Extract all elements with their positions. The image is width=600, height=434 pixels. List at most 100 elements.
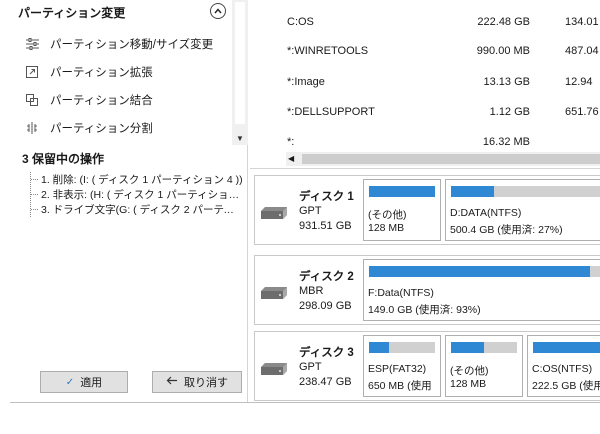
partition-label: C:OS(NTFS) bbox=[532, 363, 593, 375]
menu-split[interactable]: パーティション分割 bbox=[24, 114, 234, 142]
partition-list: C:OS 222.48 GB 134.01 *:WINRETOOLS 990.0… bbox=[250, 0, 600, 166]
partition-label: (その他) bbox=[450, 365, 489, 377]
disk-info: ディスク 2 MBR 298.09 GB bbox=[255, 256, 363, 324]
menu-extend[interactable]: パーティション拡張 bbox=[24, 58, 234, 86]
pending-item[interactable]: 3. ドライブ文字(G: ( ディスク 2 パーティショ... bbox=[31, 202, 244, 217]
menu-label: パーティション拡張 bbox=[50, 67, 153, 79]
partition-capacity: 13.13 GB bbox=[483, 76, 530, 88]
partition-size: 500.4 GB (使用済: 27%) bbox=[450, 224, 563, 236]
disk-info: ディスク 1 GPT 931.51 GB bbox=[255, 176, 363, 244]
partition-capacity: 1.12 GB bbox=[489, 106, 530, 118]
partition-size: 149.0 GB (使用済: 93%) bbox=[368, 304, 481, 316]
usage-bar-fill bbox=[369, 266, 591, 277]
partition-name: *:DELLSUPPORT bbox=[287, 106, 375, 118]
partition-block[interactable]: D:DATA(NTFS) 500.4 GB (使用済: 27%) bbox=[445, 179, 600, 241]
disk-name: ディスク 2 bbox=[299, 271, 354, 283]
extend-icon bbox=[24, 64, 40, 80]
hard-drive-icon bbox=[261, 363, 287, 375]
disk-info: ディスク 3 GPT 238.47 GB bbox=[255, 332, 363, 400]
partition-block[interactable]: (その他) 128 MB bbox=[363, 179, 441, 241]
menu-move-resize[interactable]: パーティション移動/サイズ変更 bbox=[24, 30, 234, 58]
undo-button[interactable]: 取り消す bbox=[152, 371, 242, 393]
partition-label: F:Data(NTFS) bbox=[368, 287, 434, 299]
scrollbar-thumb[interactable] bbox=[235, 2, 245, 124]
partition-capacity: 990.00 MB bbox=[476, 45, 530, 57]
window-bottom-edge bbox=[0, 426, 600, 434]
operations-sidebar: パーティション変更 パーティション移動/サイズ変更 パーティション拡張 パーティ… bbox=[10, 0, 248, 402]
partition-block[interactable]: ESP(FAT32) 650 MB (使用 bbox=[363, 335, 441, 397]
usage-bar bbox=[369, 266, 600, 277]
partition-size: 128 MB bbox=[450, 378, 487, 390]
partition-used: 12.94 bbox=[565, 76, 593, 88]
chevron-up-icon[interactable] bbox=[210, 3, 226, 19]
partition-name: C:OS bbox=[287, 16, 314, 28]
usage-bar bbox=[451, 186, 600, 197]
undo-button-label: 取り消す bbox=[184, 377, 228, 389]
scroll-left-arrow-icon[interactable]: ◀ bbox=[288, 152, 294, 166]
menu-label: パーティション分割 bbox=[50, 123, 153, 135]
scrollbar-thumb[interactable] bbox=[302, 154, 600, 164]
usage-bar bbox=[369, 342, 435, 353]
partition-size: 222.5 GB (使用 bbox=[532, 380, 600, 392]
horizontal-scrollbar[interactable]: ◀ bbox=[286, 152, 600, 166]
disk-size: 931.51 GB bbox=[299, 220, 352, 232]
partition-used: 134.01 bbox=[565, 16, 599, 28]
disk-size: 298.09 GB bbox=[299, 300, 352, 312]
partition-block[interactable]: C:OS(NTFS) 222.5 GB (使用 bbox=[527, 335, 600, 397]
hard-drive-icon bbox=[261, 287, 287, 299]
pending-item[interactable]: 1. 削除: (I: ( ディスク 1 パーティション 4 )) bbox=[31, 172, 244, 187]
disk-size: 238.47 GB bbox=[299, 376, 352, 388]
partition-block[interactable]: F:Data(NTFS) 149.0 GB (使用済: 93%) bbox=[363, 259, 600, 321]
apply-button[interactable]: ✓ 適用 bbox=[40, 371, 128, 393]
status-bar bbox=[10, 402, 600, 426]
disk-name: ディスク 3 bbox=[299, 347, 354, 359]
partition-name: *:WINRETOOLS bbox=[287, 45, 369, 57]
usage-bar bbox=[369, 186, 435, 197]
disk-map: ディスク 1 GPT 931.51 GB (その他) 128 MB D:DATA… bbox=[250, 168, 600, 402]
disk-row[interactable]: ディスク 2 MBR 298.09 GB F:Data(NTFS) 149.0 … bbox=[254, 255, 600, 325]
checkmark-icon: ✓ bbox=[65, 376, 75, 388]
partition-change-header: パーティション変更 bbox=[18, 6, 126, 20]
table-row[interactable]: *:Image 13.13 GB 12.94 bbox=[250, 72, 600, 92]
partition-name: *: bbox=[287, 136, 295, 148]
table-row[interactable]: C:OS 222.48 GB 134.01 bbox=[250, 12, 600, 32]
hard-drive-icon bbox=[261, 207, 287, 219]
disk-type: GPT bbox=[299, 361, 322, 373]
usage-bar-fill bbox=[451, 186, 494, 197]
split-icon bbox=[24, 120, 40, 136]
usage-bar bbox=[451, 342, 517, 353]
menu-label: パーティション結合 bbox=[50, 95, 153, 107]
window-left-edge bbox=[0, 0, 10, 434]
undo-arrow-icon bbox=[166, 376, 178, 388]
disk-type: MBR bbox=[299, 285, 324, 297]
usage-bar-fill bbox=[369, 342, 389, 353]
partition-used: 651.76 bbox=[565, 106, 599, 118]
usage-bar-fill bbox=[451, 342, 484, 353]
resize-icon bbox=[24, 36, 40, 52]
partition-capacity: 222.48 GB bbox=[477, 16, 530, 28]
pending-item[interactable]: 2. 非表示: (H: ( ディスク 1 パーティション ... bbox=[31, 187, 244, 202]
partition-label: ESP(FAT32) bbox=[368, 363, 427, 375]
disk-row[interactable]: ディスク 3 GPT 238.47 GB ESP(FAT32) 650 MB (… bbox=[254, 331, 600, 401]
table-row[interactable]: *:DELLSUPPORT 1.12 GB 651.76 bbox=[250, 102, 600, 122]
usage-bar-fill bbox=[533, 342, 600, 353]
merge-icon bbox=[24, 92, 40, 108]
apply-button-label: 適用 bbox=[80, 377, 103, 389]
table-row[interactable]: *: 16.32 MB bbox=[250, 132, 600, 152]
partition-capacity: 16.32 MB bbox=[482, 136, 530, 148]
pending-operations-title: 3 保留中の操作 bbox=[22, 152, 105, 166]
disk-name: ディスク 1 bbox=[299, 191, 354, 203]
partition-size: 650 MB (使用 bbox=[368, 380, 432, 392]
partition-label: D:DATA(NTFS) bbox=[450, 207, 522, 219]
partition-label: (その他) bbox=[368, 209, 407, 221]
sidebar-scrollbar[interactable]: ▼ bbox=[232, 0, 248, 145]
pending-operations-list: 1. 削除: (I: ( ディスク 1 パーティション 4 )) 2. 非表示:… bbox=[30, 172, 244, 217]
menu-merge[interactable]: パーティション結合 bbox=[24, 86, 234, 114]
partition-size: 128 MB bbox=[368, 222, 405, 234]
partition-used: 487.04 bbox=[565, 45, 599, 57]
partition-name: *:Image bbox=[287, 76, 325, 88]
table-row[interactable]: *:WINRETOOLS 990.00 MB 487.04 bbox=[250, 41, 600, 61]
partition-block[interactable]: (その他) 128 MB bbox=[445, 335, 523, 397]
scroll-down-arrow-icon[interactable]: ▼ bbox=[232, 134, 248, 143]
disk-row[interactable]: ディスク 1 GPT 931.51 GB (その他) 128 MB D:DATA… bbox=[254, 175, 600, 245]
